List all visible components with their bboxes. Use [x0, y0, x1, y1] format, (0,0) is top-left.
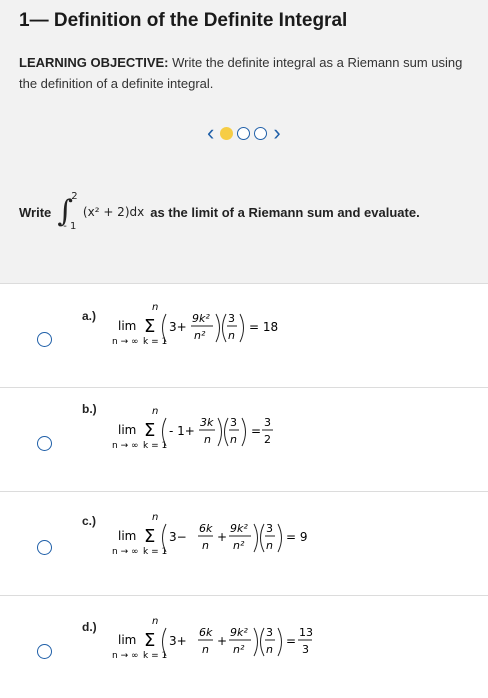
- svg-text:Σ: Σ: [144, 420, 155, 441]
- svg-text:3k: 3k: [200, 416, 214, 429]
- option-result: = 18: [249, 320, 278, 334]
- svg-text:lim: lim: [118, 633, 136, 647]
- svg-text:n → ∞: n → ∞: [112, 547, 138, 557]
- question-header: 1— Definition of the Definite Integral L…: [0, 0, 488, 283]
- svg-text:3+: 3+: [169, 634, 187, 648]
- limit-sub: n → ∞: [112, 337, 138, 347]
- svg-text:3: 3: [228, 312, 235, 325]
- svg-text:k = 1: k = 1: [143, 547, 167, 557]
- svg-text:3: 3: [266, 522, 273, 535]
- svg-text:=: =: [251, 424, 261, 438]
- svg-text:13: 13: [299, 626, 313, 639]
- sum-upper: n: [152, 302, 158, 313]
- svg-text:n: n: [228, 329, 235, 342]
- sigma-symbol: Σ: [144, 316, 155, 337]
- pager-dot-1[interactable]: [220, 126, 234, 140]
- svg-text:9k²: 9k²: [230, 522, 248, 535]
- svg-text:+: +: [217, 530, 227, 544]
- svg-text:Σ: Σ: [144, 526, 155, 547]
- answer-option-d[interactable]: d.) n lim Σ n → ∞ k = 1 3+ 6k n + 9k² n²…: [0, 595, 488, 698]
- svg-text:6k: 6k: [199, 522, 213, 535]
- svg-text:3: 3: [302, 643, 309, 656]
- pager-dot-3[interactable]: [254, 126, 268, 140]
- svg-text:k = 1: k = 1: [143, 651, 167, 661]
- svg-text:+: +: [217, 634, 227, 648]
- svg-text:n: n: [152, 512, 158, 523]
- svg-text:lim: lim: [118, 529, 136, 543]
- radio-option-d[interactable]: [37, 644, 52, 659]
- option-b-expression: n lim Σ n → ∞ k = 1 - 1+ 3k n 3 n = 3 2: [112, 404, 352, 463]
- svg-text:n: n: [152, 616, 158, 627]
- pager-dot-2[interactable]: [237, 126, 251, 140]
- svg-text:lim: lim: [118, 423, 136, 437]
- svg-text:9k²: 9k²: [230, 626, 248, 639]
- svg-text:n: n: [204, 433, 211, 446]
- svg-text:- 1+: - 1+: [169, 424, 195, 438]
- answer-option-c[interactable]: c.) n lim Σ n → ∞ k = 1 3− 6k n + 9k² n²…: [0, 491, 488, 596]
- option-label: b.): [82, 402, 97, 416]
- option-d-expression: n lim Σ n → ∞ k = 1 3+ 6k n + 9k² n² 3 n…: [112, 614, 362, 673]
- limit-word: lim: [118, 319, 136, 333]
- integrand: (x² + 2)dx: [82, 205, 145, 219]
- learning-objective: LEARNING OBJECTIVE: Write the definite i…: [19, 52, 484, 94]
- svg-text:n: n: [266, 539, 273, 552]
- svg-text:n: n: [202, 643, 209, 656]
- svg-text:6k: 6k: [199, 626, 213, 639]
- objective-label: LEARNING OBJECTIVE:: [19, 55, 169, 70]
- prompt-before: Write: [19, 204, 52, 220]
- option-label: d.): [82, 620, 97, 634]
- svg-text:3−: 3−: [169, 530, 187, 544]
- svg-text:Σ: Σ: [144, 630, 155, 651]
- radio-option-b[interactable]: [37, 436, 52, 451]
- option-c-expression: n lim Σ n → ∞ k = 1 3− 6k n + 9k² n² 3 n…: [112, 510, 362, 569]
- radio-option-a[interactable]: [37, 332, 52, 347]
- option-a-expression: n lim Σ n → ∞ k = 1 3+ 9k² n² 3 n = 18: [112, 300, 352, 359]
- svg-text:=: =: [286, 634, 296, 648]
- svg-text:k = 1: k = 1: [143, 441, 167, 451]
- answer-option-b[interactable]: b.) n lim Σ n → ∞ k = 1 - 1+ 3k n 3 n = …: [0, 387, 488, 492]
- svg-text:= 9: = 9: [286, 530, 308, 544]
- svg-text:n²: n²: [194, 329, 206, 342]
- svg-text:3+: 3+: [169, 320, 187, 334]
- integral-expression: ∫ 2 - 1 (x² + 2)dx: [57, 191, 145, 232]
- option-label: a.): [82, 309, 97, 323]
- svg-text:n²: n²: [233, 539, 245, 552]
- svg-text:n: n: [152, 406, 158, 417]
- svg-text:3: 3: [264, 416, 271, 429]
- integral-upper-limit: 2: [71, 191, 78, 202]
- svg-text:n: n: [230, 433, 237, 446]
- option-label: c.): [82, 514, 97, 528]
- svg-text:3: 3: [230, 416, 237, 429]
- question-prompt: Write ∫ 2 - 1 (x² + 2)dx as the limit of…: [19, 191, 420, 232]
- answer-option-a[interactable]: a.) n lim Σ n → ∞ k = 1 3+ 9k² n² 3 n = …: [0, 283, 488, 388]
- integral-lower-limit: - 1: [63, 221, 77, 232]
- svg-text:n: n: [202, 539, 209, 552]
- sum-lower: k = 1: [143, 337, 167, 347]
- page-title: 1— Definition of the Definite Integral: [19, 10, 348, 31]
- svg-text:9k²: 9k²: [192, 312, 210, 325]
- chevron-left-icon[interactable]: ‹: [203, 122, 218, 144]
- radio-option-c[interactable]: [37, 540, 52, 555]
- svg-text:n²: n²: [233, 643, 245, 656]
- question-pager: ‹ ›: [203, 120, 285, 146]
- chevron-right-icon[interactable]: ›: [269, 122, 284, 144]
- svg-text:n → ∞: n → ∞: [112, 651, 138, 661]
- svg-text:2: 2: [264, 433, 271, 446]
- svg-text:n: n: [266, 643, 273, 656]
- svg-text:n → ∞: n → ∞: [112, 441, 138, 451]
- prompt-after: as the limit of a Riemann sum and evalua…: [150, 204, 420, 220]
- svg-text:3: 3: [266, 626, 273, 639]
